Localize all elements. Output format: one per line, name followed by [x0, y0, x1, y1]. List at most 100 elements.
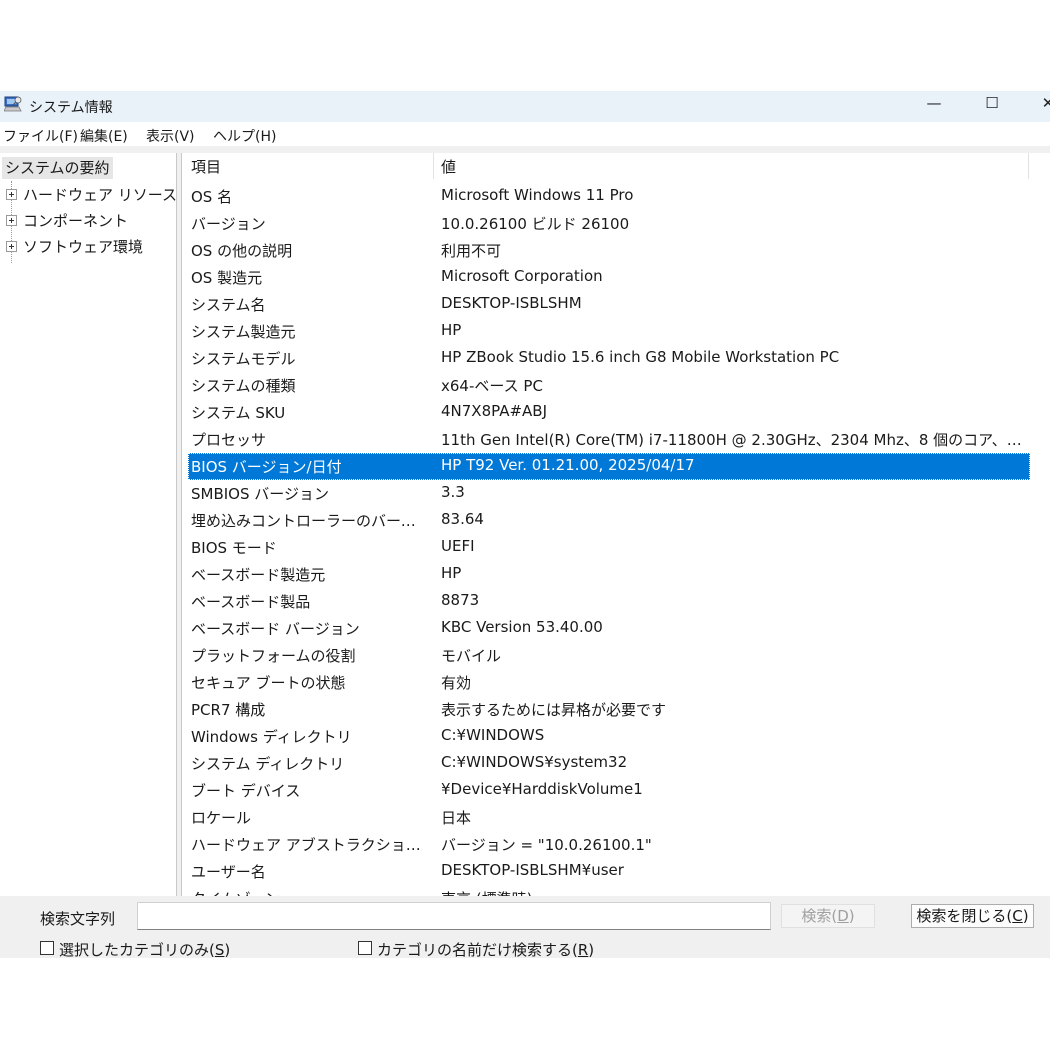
cell-item: ユーザー名 [191, 863, 266, 881]
expand-icon[interactable] [6, 241, 17, 252]
table-row[interactable]: OS 製造元 Microsoft Corporation [182, 264, 1050, 291]
close-icon: ✕ [1041, 94, 1050, 112]
menu-file[interactable]: ファイル(F) [3, 126, 78, 146]
cell-item: ハードウェア アブストラクション レイ… [191, 836, 427, 854]
table-row[interactable]: ブート デバイス ¥Device¥HarddiskVolume1 [182, 777, 1050, 804]
checkbox-label-text: カテゴリの名前だけ検索する( [377, 941, 578, 958]
cell-item: OS 名 [191, 188, 233, 206]
table-row[interactable]: 埋め込みコントローラーのバージョン 83.64 [182, 507, 1050, 534]
cell-value: C:¥WINDOWS [441, 726, 545, 744]
cell-value: KBC Version 53.40.00 [441, 618, 603, 636]
table-row[interactable]: システム SKU 4N7X8PA#ABJ [182, 399, 1050, 426]
cell-value: 日本 [441, 809, 472, 827]
cell-value: バージョン = "10.0.26100.1" [441, 836, 652, 854]
tree-item-label: コンポーネント [23, 212, 129, 230]
tree-item-label: ソフトウェア環境 [23, 238, 144, 256]
cell-value: 8873 [441, 591, 480, 609]
cell-value: ¥Device¥HarddiskVolume1 [441, 780, 643, 798]
checkbox-label: 選択したカテゴリのみ(S) [59, 939, 230, 958]
cell-item: ベースボード製品 [191, 593, 311, 611]
close-search-end: ) [1022, 907, 1029, 925]
cell-item: 埋め込みコントローラーのバージョン [191, 512, 427, 530]
cell-item: システム製造元 [191, 323, 296, 341]
table-row[interactable]: OS の他の説明 利用不可 [182, 237, 1050, 264]
cell-item: Windows ディレクトリ [191, 728, 352, 746]
search-button-end: ) [848, 907, 855, 925]
menu-help[interactable]: ヘルプ(H) [213, 126, 276, 146]
table-row[interactable]: PCR7 構成 表示するためには昇格が必要です [182, 696, 1050, 723]
cell-item: BIOS バージョン/日付 [191, 458, 342, 476]
menu-edit[interactable]: 編集(E) [80, 126, 128, 146]
column-divider[interactable] [433, 153, 434, 179]
search-input[interactable] [137, 902, 771, 930]
table-row[interactable]: Windows ディレクトリ C:¥WINDOWS [182, 723, 1050, 750]
checkbox-label-key: S [214, 941, 225, 958]
table-row[interactable]: ベースボード製品 8873 [182, 588, 1050, 615]
table-row[interactable]: システムモデル HP ZBook Studio 15.6 inch G8 Mobi… [182, 345, 1050, 372]
expand-icon[interactable] [6, 189, 17, 200]
cell-value: x64-ベース PC [441, 377, 543, 395]
cell-item: プラットフォームの役割 [191, 647, 356, 665]
table-row[interactable]: システム製造元 HP [182, 318, 1050, 345]
close-search-button[interactable]: 検索を閉じる(C) [911, 904, 1034, 928]
table-row[interactable]: ベースボード バージョン KBC Version 53.40.00 [182, 615, 1050, 642]
checkbox-label-end: ) [588, 941, 595, 958]
list-rows: OS 名 Microsoft Windows 11 Pro バージョン 10.0.26… [182, 183, 1050, 912]
menu-bar: ファイル(F) 編集(E) 表示(V) ヘルプ(H) [0, 122, 1050, 146]
checkbox-label-key: R [577, 941, 589, 958]
system-information-window: システム情報 — ☐ ✕ ファイル(F) 編集(E) 表示(V) ヘルプ(H) … [0, 91, 1050, 958]
cell-item: SMBIOS バージョン [191, 485, 329, 503]
table-row[interactable]: セキュア ブートの状態 有効 [182, 669, 1050, 696]
cell-value: DESKTOP-ISBLSHM¥user [441, 861, 624, 879]
table-row[interactable]: ハードウェア アブストラクション レイ… バージョン = "10.0.26100.… [182, 831, 1050, 858]
table-row[interactable]: ユーザー名 DESKTOP-ISBLSHM¥user [182, 858, 1050, 885]
table-row[interactable]: SMBIOS バージョン 3.3 [182, 480, 1050, 507]
tree-item-system-summary[interactable]: システムの要約 [2, 157, 113, 179]
table-row[interactable]: BIOS モード UEFI [182, 534, 1050, 561]
table-row[interactable]: システム名 DESKTOP-ISBLSHM [182, 291, 1050, 318]
cell-value: 10.0.26100 ビルド 26100 [441, 215, 630, 233]
cell-item: OS の他の説明 [191, 242, 293, 260]
title-bar[interactable]: システム情報 — ☐ ✕ [0, 91, 1050, 122]
cell-value: 3.3 [441, 483, 465, 501]
cell-value: HP [441, 564, 462, 582]
system-information-app-icon [4, 96, 22, 112]
close-window-button[interactable]: ✕ [1025, 91, 1050, 122]
cell-value: 有効 [441, 674, 472, 692]
cell-value: 利用不可 [441, 242, 502, 260]
cell-item: ロケール [191, 809, 252, 827]
table-row[interactable]: システムの種類 x64-ベース PC [182, 372, 1050, 399]
table-row[interactable]: バージョン 10.0.26100 ビルド 26100 [182, 210, 1050, 237]
maximize-button[interactable]: ☐ [969, 91, 1015, 122]
search-button[interactable]: 検索(D) [781, 904, 875, 928]
details-list: 項目 値 OS 名 Microsoft Windows 11 Pro バージョン 10… [181, 153, 1050, 958]
table-row[interactable]: ベースボード製造元 HP [182, 561, 1050, 588]
table-row[interactable]: ロケール 日本 [182, 804, 1050, 831]
table-row[interactable]: システム ディレクトリ C:¥WINDOWS¥system32 [182, 750, 1050, 777]
column-divider[interactable] [1028, 153, 1029, 179]
search-label: 検索文字列 [40, 910, 116, 928]
cell-value: 表示するためには昇格が必要です [441, 701, 667, 719]
checkbox-box[interactable] [40, 941, 54, 955]
cell-value: HP T92 Ver. 01.21.00, 2025/04/17 [441, 456, 695, 474]
checkbox-box[interactable] [358, 941, 372, 955]
cell-item: システム名 [191, 296, 266, 314]
table-row[interactable]: OS 名 Microsoft Windows 11 Pro [182, 183, 1050, 210]
cell-item: システム SKU [191, 404, 286, 422]
table-row[interactable]: プラットフォームの役割 モバイル [182, 642, 1050, 669]
menu-view[interactable]: 表示(V) [146, 126, 195, 146]
cell-value: モバイル [441, 647, 502, 665]
minimize-button[interactable]: — [911, 91, 957, 122]
cell-value: Microsoft Corporation [441, 267, 603, 285]
cell-item: ベースボード バージョン [191, 620, 360, 638]
cell-item: セキュア ブートの状態 [191, 674, 346, 692]
expand-icon[interactable] [6, 215, 17, 226]
checkbox-label-text: 選択したカテゴリのみ( [59, 941, 215, 958]
cell-value: C:¥WINDOWS¥system32 [441, 753, 628, 771]
table-row[interactable]: BIOS バージョン/日付 HP T92 Ver. 01.21.00, 2025/… [182, 453, 1050, 480]
cell-item: プロセッサ [191, 431, 267, 449]
cell-item: ベースボード製造元 [191, 566, 326, 584]
column-header-value[interactable]: 値 [441, 156, 456, 177]
column-header-item[interactable]: 項目 [191, 156, 221, 177]
table-row[interactable]: プロセッサ 11th Gen Intel(R) Core(TM) i7-11800… [182, 426, 1050, 453]
